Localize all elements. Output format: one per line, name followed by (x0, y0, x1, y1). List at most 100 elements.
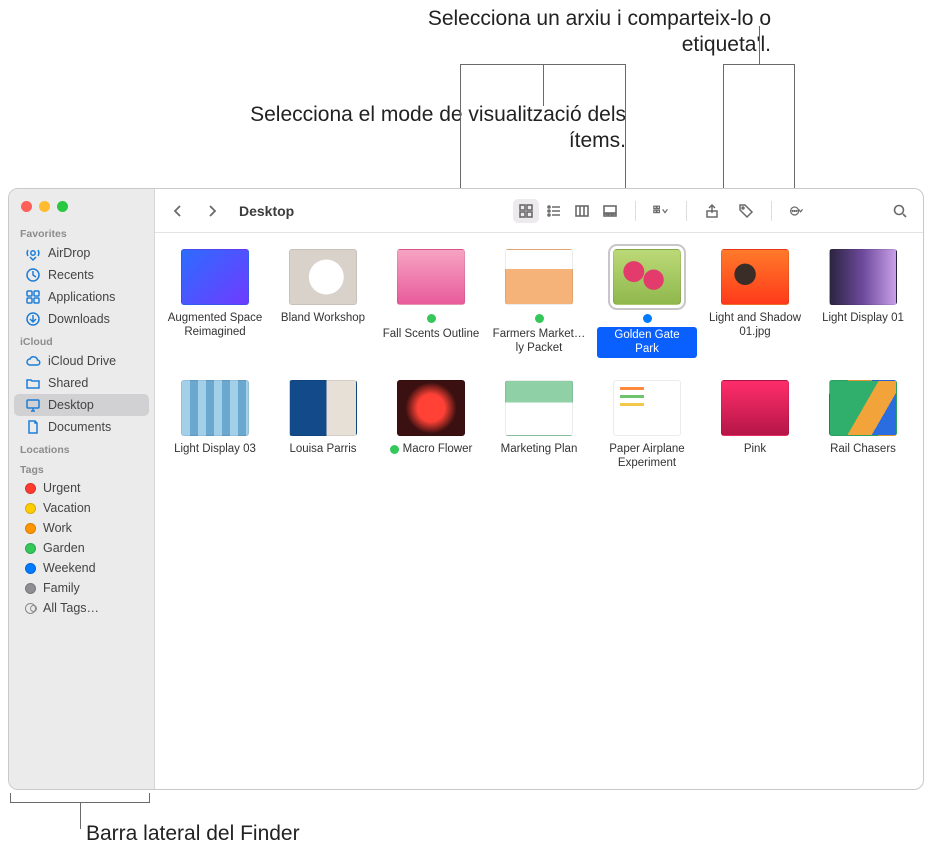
zoom-window-button[interactable] (57, 201, 68, 212)
location-title: Desktop (239, 203, 294, 219)
sidebar-item-applications[interactable]: Applications (14, 286, 149, 308)
tag-color-icon (25, 503, 36, 514)
tag-color-icon (25, 603, 36, 614)
file-item[interactable]: Louisa Parris (271, 378, 375, 473)
callout-view-mode: Selecciona el mode de visualització dels… (226, 102, 626, 155)
sidebar-section-icloud: iCloud (9, 330, 154, 350)
file-name-text: Rail Chasers (830, 442, 896, 456)
sidebar-item-downloads[interactable]: Downloads (14, 308, 149, 330)
file-thumbnail (289, 249, 357, 305)
file-item[interactable]: Pink (703, 378, 807, 473)
sidebar-tag-garden[interactable]: Garden (14, 538, 149, 558)
callout-line (794, 64, 795, 199)
sidebar-tag-all-tags-[interactable]: All Tags… (14, 598, 149, 618)
file-thumbnail (505, 249, 573, 305)
tags-button[interactable] (733, 199, 759, 223)
sidebar-item-airdrop[interactable]: AirDrop (14, 242, 149, 264)
sidebar-item-icloud-drive[interactable]: iCloud Drive (14, 350, 149, 372)
file-item[interactable]: Rail Chasers (811, 378, 915, 473)
file-name-text: Augmented Space Reimagined (165, 311, 265, 340)
sidebar-item-desktop[interactable]: Desktop (14, 394, 149, 416)
callout-sidebar: Barra lateral del Finder (86, 821, 300, 847)
file-name-text: Macro Flower (403, 442, 473, 456)
sidebar-item-label: Downloads (48, 312, 110, 326)
view-mode-segment (513, 199, 623, 223)
file-item[interactable]: Light Display 01 (811, 247, 915, 360)
file-item[interactable]: Paper Airplane Experiment (595, 378, 699, 473)
tag-color-icon (25, 563, 36, 574)
file-thumbnail (181, 249, 249, 305)
sidebar-item-recents[interactable]: Recents (14, 264, 149, 286)
file-name: Marketing Plan (501, 442, 578, 456)
callout-line (723, 64, 724, 199)
sidebar-item-label: Documents (48, 420, 111, 434)
back-button[interactable] (165, 199, 191, 223)
callout-line (149, 793, 150, 803)
sidebar-tag-label: All Tags… (43, 601, 99, 615)
view-columns-button[interactable] (569, 199, 595, 223)
more-actions-button[interactable] (784, 199, 810, 223)
window-controls (9, 195, 154, 222)
download-icon (25, 311, 41, 327)
sidebar-tag-label: Family (43, 581, 80, 595)
view-icons-button[interactable] (513, 199, 539, 223)
search-button[interactable] (887, 199, 913, 223)
callout-share-tag: Selecciona un arxiu i comparteix-lo o et… (351, 6, 771, 59)
sidebar-tag-urgent[interactable]: Urgent (14, 478, 149, 498)
file-name-text: Bland Workshop (281, 311, 365, 325)
file-thumbnail (397, 249, 465, 305)
file-name-text: Pink (744, 442, 766, 456)
forward-button[interactable] (199, 199, 225, 223)
apps-icon (25, 289, 41, 305)
callout-line (543, 64, 544, 106)
file-name-text: Light Display 03 (174, 442, 256, 456)
file-name: Light Display 03 (174, 442, 256, 456)
file-item[interactable]: Farmers Market…ly Packet (487, 247, 591, 360)
minimize-window-button[interactable] (39, 201, 50, 212)
sidebar-section-favorites: Favorites (9, 222, 154, 242)
view-gallery-button[interactable] (597, 199, 623, 223)
sidebar-item-shared[interactable]: Shared (14, 372, 149, 394)
sidebar-item-label: Shared (48, 376, 88, 390)
callout-line (759, 26, 760, 64)
file-name-text: Paper Airplane Experiment (597, 442, 697, 471)
callout-line (10, 793, 11, 803)
file-item[interactable]: Fall Scents Outline (379, 247, 483, 360)
file-thumbnail (721, 380, 789, 436)
sidebar-tag-work[interactable]: Work (14, 518, 149, 538)
file-item[interactable]: Macro Flower (379, 378, 483, 473)
file-item[interactable]: Augmented Space Reimagined (163, 247, 267, 360)
file-name: Augmented Space Reimagined (165, 311, 265, 340)
share-button[interactable] (699, 199, 725, 223)
files-grid: Augmented Space Reimagined Bland Workshop… (155, 233, 923, 487)
file-item[interactable]: Bland Workshop (271, 247, 375, 360)
callout-line (460, 64, 461, 199)
file-name: Macro Flower (390, 442, 473, 456)
sidebar-tag-family[interactable]: Family (14, 578, 149, 598)
file-name: Rail Chasers (830, 442, 896, 456)
file-item[interactable]: Golden Gate Park (595, 247, 699, 360)
sidebar-tag-label: Urgent (43, 481, 81, 495)
file-name-text: Light Display 01 (822, 311, 904, 325)
file-name-text: Marketing Plan (501, 442, 578, 456)
cloud-icon (25, 353, 41, 369)
file-name-text: Light and Shadow 01.jpg (705, 311, 805, 340)
sidebar-item-label: AirDrop (48, 246, 90, 260)
file-thumbnail (829, 380, 897, 436)
sidebar-tag-label: Weekend (43, 561, 96, 575)
view-list-button[interactable] (541, 199, 567, 223)
file-item[interactable]: Light and Shadow 01.jpg (703, 247, 807, 360)
file-item[interactable]: Marketing Plan (487, 378, 591, 473)
sidebar-tag-vacation[interactable]: Vacation (14, 498, 149, 518)
file-name: Fall Scents Outline (381, 311, 481, 341)
tag-color-icon (25, 523, 36, 534)
file-item[interactable]: Light Display 03 (163, 378, 267, 473)
sidebar-tag-label: Work (43, 521, 72, 535)
sidebar-item-documents[interactable]: Documents (14, 416, 149, 438)
file-name-text: Golden Gate Park (597, 327, 697, 358)
file-name: Pink (744, 442, 766, 456)
close-window-button[interactable] (21, 201, 32, 212)
folder-shared-icon (25, 375, 41, 391)
group-by-button[interactable] (648, 199, 674, 223)
sidebar-tag-weekend[interactable]: Weekend (14, 558, 149, 578)
